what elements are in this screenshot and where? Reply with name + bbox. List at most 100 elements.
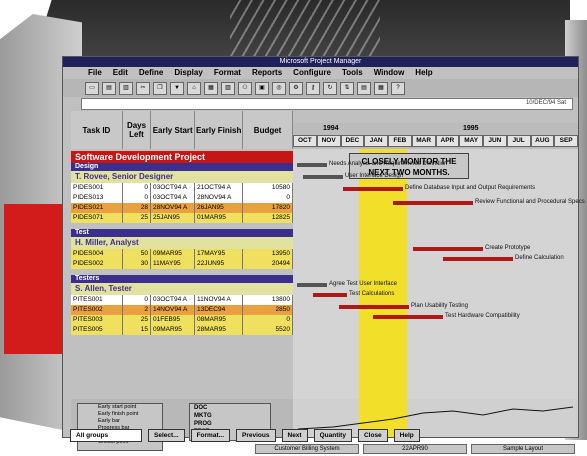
link-icon[interactable]: ⚇ — [238, 81, 252, 95]
month-nov: NOV — [316, 135, 341, 147]
table-cell: 03OCT94 A — [151, 193, 195, 203]
menu-configure[interactable]: Configure — [293, 67, 331, 79]
edit-line[interactable]: 10/DEC/94 Sat — [81, 98, 573, 110]
table-row[interactable]: PITES002 2 14NOV94 A 13DEC94 2850 — [71, 305, 293, 315]
gantt-bar-label: Plan Usability Testing — [411, 303, 468, 309]
table-row[interactable]: PIDES071 25 25JAN95 01MAR95 12825 — [71, 213, 293, 223]
table-cell: 0 — [243, 315, 293, 325]
select-button[interactable]: Select... — [148, 428, 185, 442]
gantt-bar[interactable] — [339, 305, 409, 309]
menu-edit[interactable]: Edit — [113, 67, 128, 79]
table-cell: 13950 — [243, 249, 293, 259]
month-apr: APR — [435, 135, 460, 147]
menu-display[interactable]: Display — [174, 67, 202, 79]
table-cell: 10580 — [243, 183, 293, 193]
target-icon[interactable]: ◎ — [272, 81, 286, 95]
help-button[interactable]: Help — [393, 428, 420, 442]
cut-icon[interactable]: ✂ — [136, 81, 150, 95]
month-sep: SEP — [554, 135, 578, 147]
col-days-left[interactable]: Days Left — [123, 111, 152, 149]
month-jun: JUN — [483, 135, 507, 147]
month-jul: JUL — [506, 135, 531, 147]
gantt-bar-label: Define Database Input and Output Require… — [405, 185, 536, 191]
gantt-bar[interactable] — [297, 163, 327, 167]
table-cell: PITES003 — [71, 315, 123, 325]
report-icon[interactable]: ▤ — [357, 81, 371, 95]
gantt-bar[interactable] — [313, 293, 347, 297]
table-row[interactable]: PITES003 25 01FEB95 08MAR95 0 — [71, 315, 293, 325]
help-icon[interactable]: ? — [391, 81, 405, 95]
menu-window[interactable]: Window — [374, 67, 405, 79]
menu-define[interactable]: Define — [139, 67, 163, 79]
gantt-bar-label: Test Hardware Compatibility — [445, 313, 520, 319]
resource-header[interactable]: S. Allen, Tester — [71, 283, 293, 295]
resource-header[interactable]: H. Miller, Analyst — [71, 237, 293, 249]
gantt-bar-label: Define Calculation — [515, 255, 564, 261]
menu-format[interactable]: Format — [214, 67, 241, 79]
save-icon[interactable]: ▤ — [102, 81, 116, 95]
col-task-id[interactable]: Task ID — [71, 111, 123, 149]
month-aug: AUG — [530, 135, 555, 147]
group-header[interactable]: Test — [71, 229, 293, 237]
table-row[interactable]: PIDES004 50 09MAR95 17MAY95 13950 — [71, 249, 293, 259]
resource-header[interactable]: T. Rovee, Senior Designer — [71, 171, 293, 183]
open-icon[interactable]: ▭ — [85, 81, 99, 95]
gear-icon[interactable]: ⚙ — [289, 81, 303, 95]
table-row[interactable]: PIDES021 28 28NOV94 A 26JAN95 17820 — [71, 203, 293, 213]
filter-icon[interactable]: ▼ — [170, 81, 184, 95]
key-icon[interactable]: ⚷ — [306, 81, 320, 95]
table-cell: PIDES021 — [71, 203, 123, 213]
col-early-finish[interactable]: Early Finish — [195, 111, 244, 149]
print-icon[interactable]: ▥ — [119, 81, 133, 95]
close-button[interactable]: Close — [357, 428, 388, 442]
month-row: OCT NOV DEC JAN FEB MAR APR MAY JUN JUL AUG SEP — [293, 135, 578, 147]
project-title: Software Development Project — [71, 151, 293, 163]
gantt-bar[interactable] — [443, 257, 513, 261]
cumulative-curve — [297, 406, 574, 430]
app-window: Microsoft Project Manager File Edit Defi… — [62, 56, 585, 451]
table-cell: 11NOV94 A — [195, 295, 243, 305]
table-row[interactable]: PIDES001 0 03OCT94 A 21OCT94 A 10580 — [71, 183, 293, 193]
previous-button[interactable]: Previous — [236, 428, 276, 442]
gantt-bar[interactable] — [303, 175, 343, 179]
menu-file[interactable]: File — [88, 67, 102, 79]
status-bar: Customer Billing System 22APR90 Sample L… — [255, 444, 575, 454]
legend-item: Early finish point — [98, 411, 139, 417]
gantt-bar[interactable] — [343, 187, 403, 191]
menu-reports[interactable]: Reports — [252, 67, 282, 79]
table-row[interactable]: PIDES013 0 03OCT94 A 28NOV94 A0 — [71, 193, 293, 203]
bar-legend: Early start point Early finish point Early… — [77, 403, 163, 451]
level-icon[interactable]: ⇅ — [340, 81, 354, 95]
table-row[interactable]: PIDES002 30 11MAY95 22JUN95 20494 — [71, 259, 293, 269]
menu-tools[interactable]: Tools — [342, 67, 363, 79]
col-early-start[interactable]: Early Start — [151, 111, 196, 149]
format-button[interactable]: Format... — [190, 428, 231, 442]
table-cell: 28NOV94 A — [195, 193, 243, 203]
quantity-button[interactable]: Quantity — [313, 428, 352, 442]
table-cell: 5520 — [243, 325, 293, 335]
gantt-bar[interactable] — [413, 247, 483, 251]
table-cell: 28 — [123, 203, 151, 213]
table-row[interactable]: PITES001 0 03OCT94 A 11NOV94 A 13800 — [71, 295, 293, 305]
chart-icon[interactable]: ▨ — [221, 81, 235, 95]
gantt-bar[interactable] — [297, 283, 327, 287]
gantt-bar[interactable] — [373, 315, 443, 319]
table-cell: 09MAR95 — [151, 249, 195, 259]
gantt-chart[interactable]: CLOSELY MONITOR THE NEXT TWO MONTHS. Nee… — [293, 149, 585, 399]
next-button[interactable]: Next — [281, 428, 308, 442]
gantt-bar-label: Needs Analysis and Requirements Definiti… — [329, 161, 448, 167]
copy-icon[interactable]: ❐ — [153, 81, 167, 95]
group-header[interactable]: Testers — [71, 275, 293, 283]
table-cell: 50 — [123, 249, 151, 259]
group-header[interactable]: Design — [71, 163, 293, 171]
gantt-bar[interactable] — [393, 201, 473, 205]
zoom-icon[interactable]: ⌂ — [187, 81, 201, 95]
col-budget[interactable]: Budget — [243, 111, 294, 149]
menu-help[interactable]: Help — [415, 67, 432, 79]
layout-icon[interactable]: ▦ — [374, 81, 388, 95]
schedule-icon[interactable]: ↻ — [323, 81, 337, 95]
table-row[interactable]: PITES005 15 09MAR95 28MAR95 5520 — [71, 325, 293, 335]
calendar-icon[interactable]: ▣ — [255, 81, 269, 95]
table-icon[interactable]: ▦ — [204, 81, 218, 95]
group-select[interactable]: All groups — [70, 428, 142, 442]
